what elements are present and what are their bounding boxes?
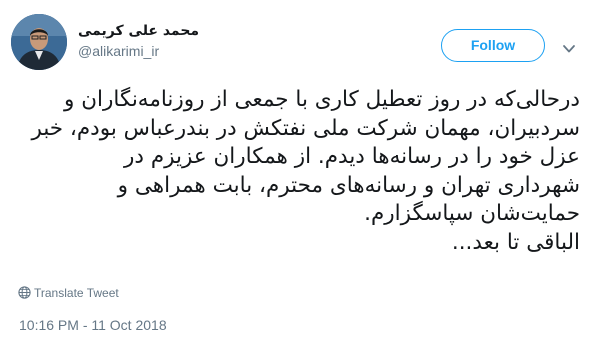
display-name[interactable]: محمد علی کریمی <box>78 22 199 40</box>
chevron-down-icon <box>563 45 575 53</box>
tweet-text-line: شهرداری تهران و رسانه‌های محترم، بابت هم… <box>117 172 580 198</box>
translate-tweet-link[interactable]: Translate Tweet <box>18 285 119 301</box>
tweet-text-line: حمایت‌شان سپاسگزارم. <box>364 201 580 227</box>
tweet-header: محمد علی کریمی @alikarimi_ir Follow <box>0 10 599 70</box>
tweet-text-line: الباقی تا بعد... <box>451 229 580 255</box>
follow-button[interactable]: Follow <box>441 29 545 62</box>
tweet-text-line: عزل خود را در رسانه‌ها دیدم. از همکاران … <box>124 144 580 170</box>
translate-label: Translate Tweet <box>34 286 119 300</box>
avatar[interactable] <box>11 14 67 70</box>
tweet-card: محمد علی کریمی @alikarimi_ir Follow درحا… <box>0 0 599 347</box>
screen-name[interactable]: @alikarimi_ir <box>78 42 199 60</box>
tweet-text-line: سردبیران، مهمان شرکت ملی نفتکش در بندرعب… <box>31 115 580 141</box>
avatar-image <box>11 14 67 70</box>
tweet-text-line: درحالی‌که در روز تعطیل کاری با جمعی از ر… <box>64 87 580 112</box>
globe-icon <box>18 286 31 299</box>
user-info: محمد علی کریمی @alikarimi_ir <box>78 22 199 60</box>
tweet-timestamp[interactable]: 10:16 PM - 11 Oct 2018 <box>19 316 167 334</box>
tweet-text: درحالی‌که در روز تعطیل کاری با جمعی از ر… <box>20 86 580 258</box>
more-options-button[interactable] <box>561 41 577 55</box>
